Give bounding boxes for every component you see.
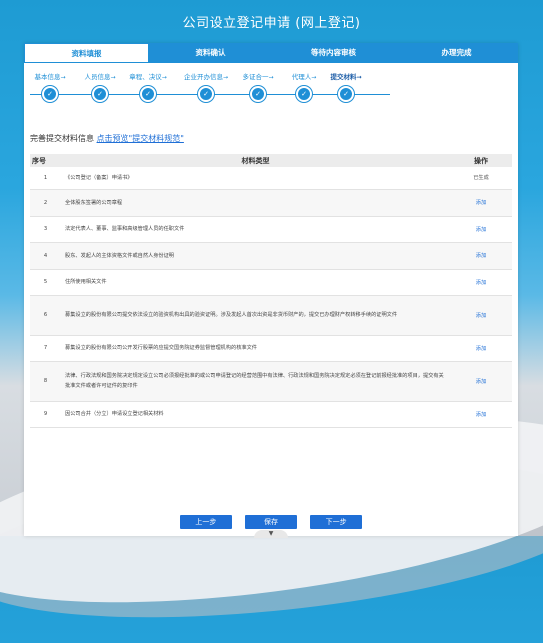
prev-step-button[interactable]: 上一步 <box>179 515 232 529</box>
row-material-type: 《公司登记（备案）申请书》 <box>61 167 450 190</box>
table-row: 1 《公司登记（备案）申请书》 已生成 <box>30 167 512 190</box>
row-no: 7 <box>30 335 61 362</box>
row-no: 4 <box>30 242 61 270</box>
save-button[interactable]: 保存 <box>245 515 297 529</box>
row-add-link[interactable]: 添加 <box>450 361 512 402</box>
table-row: 8 法律、行政法规和国务院决定规定设立公司必须报经批准的或公司申请登记的经营范围… <box>30 361 512 402</box>
row-add-link[interactable]: 添加 <box>450 189 512 217</box>
arrow-icon: → <box>356 74 362 81</box>
tab-fill-info[interactable]: 资料填报 <box>24 43 149 63</box>
check-icon: ✓ <box>296 86 312 102</box>
row-no: 1 <box>30 167 61 190</box>
table-row: 2 全体股东签署的公司章程 添加 <box>30 189 512 217</box>
table-row: 5 住所使用相关文件 添加 <box>30 269 512 296</box>
row-no: 8 <box>30 361 61 402</box>
check-icon: ✓ <box>140 86 156 102</box>
row-add-link[interactable]: 添加 <box>450 401 512 428</box>
step-indicator: 基本信息→ ✓ 人员信息→ ✓ 章程、决议→ ✓ 企业开办信息→ ✓ 多证合一→… <box>24 63 518 109</box>
arrow-icon: → <box>311 74 317 81</box>
step-label: 基本信息 <box>34 73 61 81</box>
step-multi-license[interactable]: 多证合一→ ✓ <box>236 71 280 102</box>
row-add-link[interactable]: 添加 <box>450 335 512 362</box>
row-no: 3 <box>30 216 61 243</box>
tab-await-review[interactable]: 等待内容审核 <box>272 43 395 63</box>
col-header-no: 序号 <box>30 154 61 167</box>
step-agent[interactable]: 代理人→ ✓ <box>282 71 326 102</box>
step-label: 多证合一 <box>242 73 269 81</box>
action-bar: 上一步 保存 下一步 <box>24 509 518 529</box>
materials-table: 序号 材料类型 操作 1 《公司登记（备案）申请书》 已生成 2 全体股东签署的… <box>30 154 512 428</box>
check-icon: ✓ <box>250 86 266 102</box>
progress-tabs: 资料填报 资料确认 等待内容审核 办理完成 <box>24 43 518 63</box>
check-icon: ✓ <box>42 86 58 102</box>
page-title: 公司设立登记申请 (网上登记) <box>182 16 361 31</box>
row-add-link[interactable]: 添加 <box>450 242 512 270</box>
table-header-row: 序号 材料类型 操作 <box>30 154 512 167</box>
check-icon: ✓ <box>198 86 214 102</box>
main-card: 资料填报 资料确认 等待内容审核 办理完成 基本信息→ ✓ 人员信息→ ✓ 章程… <box>24 43 518 538</box>
arrow-icon: → <box>161 74 167 81</box>
row-material-type: 法定代表人、董事、监事和高级管理人员的任职文件 <box>61 216 450 243</box>
tab-completed[interactable]: 办理完成 <box>395 43 518 63</box>
step-basic-info[interactable]: 基本信息→ ✓ <box>28 71 72 102</box>
row-no: 6 <box>30 295 61 336</box>
col-header-op: 操作 <box>450 154 512 167</box>
row-no: 2 <box>30 189 61 217</box>
table-row: 4 股东、发起人的主体资格文件或自然人身份证明 添加 <box>30 242 512 270</box>
row-material-type: 募集设立的股份有限公司提交依法设立的验资机构出具的验资证明。涉及发起人首次出资是… <box>61 295 450 336</box>
arrow-icon: → <box>60 74 66 81</box>
row-no: 5 <box>30 269 61 296</box>
preview-spec-link[interactable]: 点击预览"提交材料规范" <box>97 134 184 143</box>
chevron-down-icon[interactable]: ▼ <box>254 530 288 538</box>
row-material-type: 法律、行政法规和国务院决定规定设立公司必须报经批准的或公司申请登记的经营范围中有… <box>61 361 450 402</box>
step-submit-materials[interactable]: 提交材料→ ✓ <box>324 71 368 102</box>
row-no: 9 <box>30 401 61 428</box>
next-step-button[interactable]: 下一步 <box>310 515 363 529</box>
row-add-link[interactable]: 添加 <box>450 216 512 243</box>
table-row: 9 因公司合并（分立）申请设立登记相关材料 添加 <box>30 401 512 428</box>
arrow-icon: → <box>110 74 116 81</box>
row-status-generated: 已生成 <box>450 167 512 190</box>
arrow-icon: → <box>223 74 229 81</box>
row-material-type: 股东、发起人的主体资格文件或自然人身份证明 <box>61 242 450 270</box>
table-row: 3 法定代表人、董事、监事和高级管理人员的任职文件 添加 <box>30 216 512 243</box>
section-heading: 完善提交材料信息 点击预览"提交材料规范" <box>30 133 184 144</box>
step-articles-resolutions[interactable]: 章程、决议→ ✓ <box>126 71 170 102</box>
row-material-type: 因公司合并（分立）申请设立登记相关材料 <box>61 401 450 428</box>
tab-confirm-info[interactable]: 资料确认 <box>149 43 272 63</box>
step-personnel-info[interactable]: 人员信息→ ✓ <box>78 71 122 102</box>
check-icon: ✓ <box>92 86 108 102</box>
arrow-icon: → <box>268 74 274 81</box>
step-business-setup-info[interactable]: 企业开办信息→ ✓ <box>184 71 228 102</box>
table-row: 7 募集设立的股份有限公司公开发行股票的应提交国务院证券监督管理机构的核准文件 … <box>30 335 512 362</box>
row-material-type: 住所使用相关文件 <box>61 269 450 296</box>
table-row: 6 募集设立的股份有限公司提交依法设立的验资机构出具的验资证明。涉及发起人首次出… <box>30 295 512 336</box>
check-icon: ✓ <box>338 86 354 102</box>
step-label: 企业开办信息 <box>184 73 223 81</box>
step-label: 人员信息 <box>84 73 111 81</box>
col-header-type: 材料类型 <box>61 154 450 167</box>
section-title-text: 完善提交材料信息 <box>30 134 94 143</box>
row-material-type: 全体股东签署的公司章程 <box>61 189 450 217</box>
row-add-link[interactable]: 添加 <box>450 295 512 336</box>
step-label: 代理人 <box>291 73 312 81</box>
row-add-link[interactable]: 添加 <box>450 269 512 296</box>
step-label: 提交材料 <box>330 73 357 81</box>
row-material-type: 募集设立的股份有限公司公开发行股票的应提交国务院证券监督管理机构的核准文件 <box>61 335 450 362</box>
step-label: 章程、决议 <box>129 73 162 81</box>
